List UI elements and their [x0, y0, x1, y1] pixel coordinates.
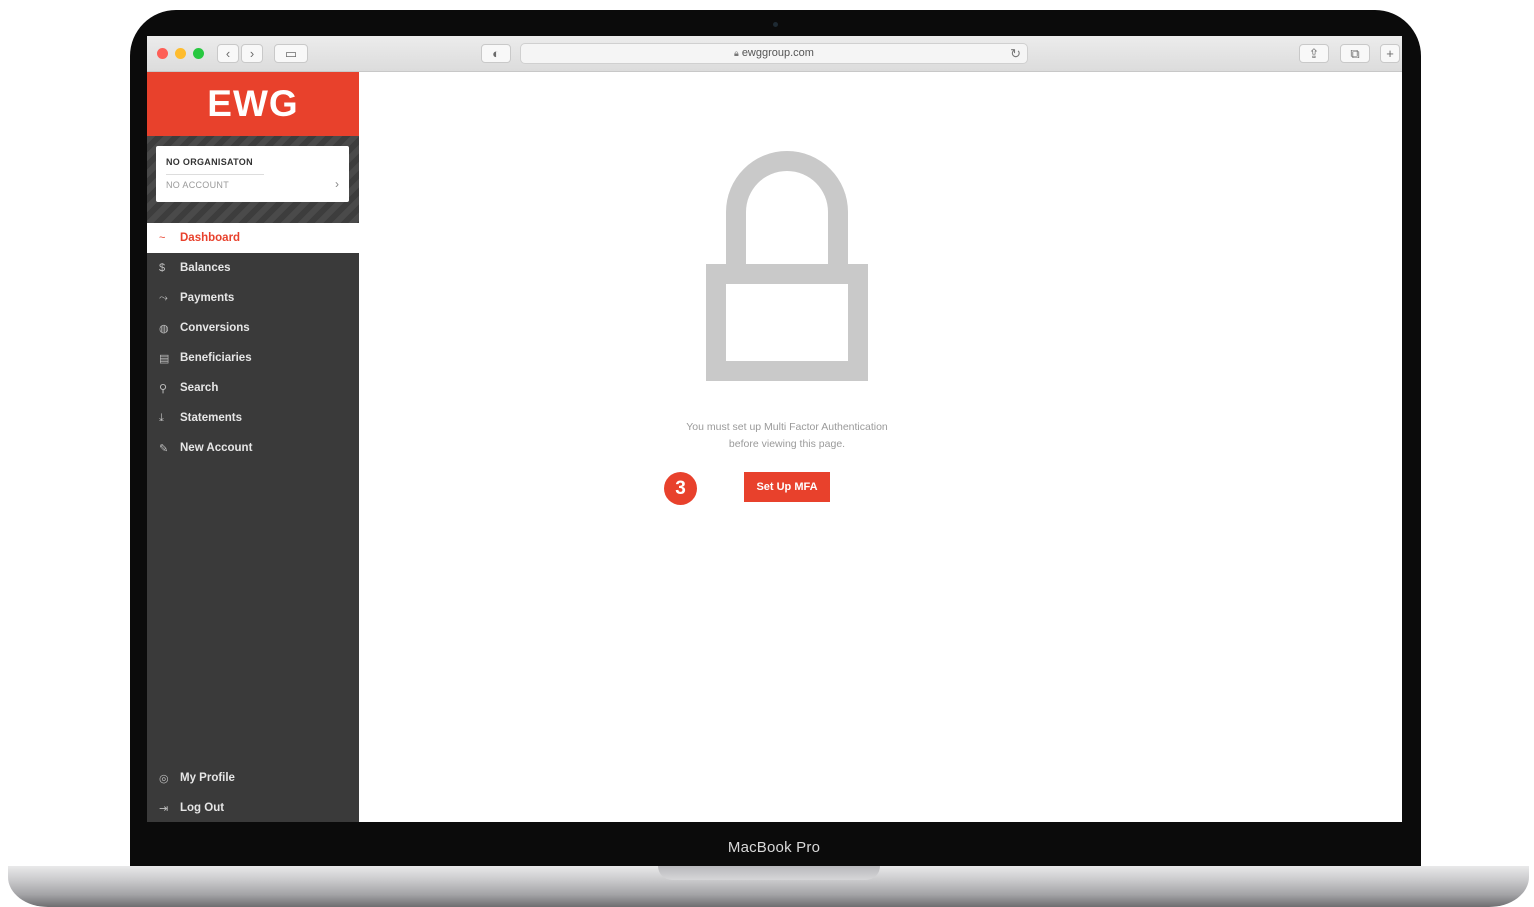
maximize-window-button[interactable]: [193, 48, 204, 59]
chevron-right-icon: ›: [249, 46, 255, 61]
reload-icon[interactable]: ↻: [1010, 44, 1021, 63]
tabs-button[interactable]: ⧉: [1340, 44, 1370, 63]
lock-icon: 🔒︎: [734, 48, 739, 58]
sidebar-item-label: Conversions: [180, 322, 250, 334]
chevron-left-icon: ‹: [225, 46, 231, 61]
logout-icon: ⇥: [159, 802, 169, 815]
organisation-name: NO ORGANISATON: [166, 157, 253, 167]
sidebar-toggle-button[interactable]: ▭: [274, 44, 308, 63]
browser-toolbar: ‹ › ▭ ◐ 🔒︎ ewggroup.com ↻ ⇪ ⧉ +: [147, 36, 1402, 72]
arrow-icon: ⤳: [159, 291, 168, 304]
plus-icon: +: [1386, 46, 1394, 61]
sidebar-item-label: New Account: [180, 442, 253, 454]
laptop-notch: [658, 866, 880, 880]
sidebar-item-payments[interactable]: ⤳ Payments: [147, 283, 359, 313]
sidebar-item-statements[interactable]: ⤓ Statements: [147, 403, 359, 433]
privacy-report-button[interactable]: ◐: [481, 44, 511, 63]
sidebar-item-label: Payments: [180, 292, 235, 304]
sidebar-nav: ~ Dashboard $ Balances ⤳ Payments ◍ Conv…: [147, 223, 359, 463]
step-number-badge: 3: [664, 472, 697, 505]
pulse-icon: ~: [159, 232, 166, 244]
sidebar: EWG NO ORGANISATON NO ACCOUNT › ~ Dashbo…: [147, 72, 359, 822]
camera-icon: [773, 22, 778, 27]
mfa-message-line-1: You must set up Multi Factor Authenticat…: [686, 421, 888, 433]
organisation-selector[interactable]: NO ORGANISATON NO ACCOUNT ›: [156, 146, 349, 202]
sidebar-item-balances[interactable]: $ Balances: [147, 253, 359, 283]
sidebar-item-beneficiaries[interactable]: ▤ Beneficiaries: [147, 343, 359, 373]
tabs-icon: ⧉: [1350, 46, 1360, 61]
sidebar-bottom-nav: ◎ My Profile ⇥ Log Out: [147, 763, 359, 822]
sidebar-item-label: Balances: [180, 262, 231, 274]
sidebar-item-log-out[interactable]: ⇥ Log Out: [147, 793, 359, 822]
organisation-panel: NO ORGANISATON NO ACCOUNT ›: [147, 136, 359, 223]
new-tab-button[interactable]: +: [1380, 44, 1400, 63]
search-icon: ⚲: [159, 382, 168, 395]
edit-icon: ✎: [159, 442, 169, 455]
address-book-icon: ▤: [159, 352, 170, 365]
sidebar-icon: ▭: [284, 46, 298, 61]
sidebar-item-dashboard[interactable]: ~ Dashboard: [147, 223, 359, 253]
sidebar-item-label: Dashboard: [180, 232, 241, 244]
share-button[interactable]: ⇪: [1299, 44, 1329, 63]
set-up-mfa-button[interactable]: Set Up MFA: [744, 472, 830, 502]
account-name: NO ACCOUNT: [166, 180, 230, 190]
sidebar-item-search[interactable]: ⚲ Search: [147, 373, 359, 403]
url-text: ewggroup.com: [741, 47, 814, 59]
sidebar-item-label: My Profile: [180, 772, 235, 784]
profile-icon: ◎: [159, 772, 169, 785]
shield-icon: ◐: [492, 46, 500, 61]
lock-icon: [726, 151, 848, 281]
share-icon: ⇪: [1308, 46, 1320, 61]
sidebar-item-conversions[interactable]: ◍ Conversions: [147, 313, 359, 343]
sidebar-item-label: Beneficiaries: [180, 352, 252, 364]
main-content: You must set up Multi Factor Authenticat…: [359, 72, 1402, 822]
forward-button[interactable]: ›: [241, 44, 263, 63]
address-bar[interactable]: 🔒︎ ewggroup.com ↻: [520, 43, 1028, 64]
minimize-window-button[interactable]: [175, 48, 186, 59]
sidebar-item-label: Search: [180, 382, 219, 394]
sidebar-item-new-account[interactable]: ✎ New Account: [147, 433, 359, 463]
sidebar-item-my-profile[interactable]: ◎ My Profile: [147, 763, 359, 793]
mfa-message-line-2: before viewing this page.: [728, 438, 846, 450]
lock-icon-body: [706, 264, 868, 381]
sidebar-item-label: Statements: [180, 412, 242, 424]
back-button[interactable]: ‹: [217, 44, 239, 63]
sidebar-item-label: Log Out: [180, 802, 225, 814]
dollar-icon: $: [159, 262, 166, 274]
ewg-logo[interactable]: EWG: [147, 72, 359, 136]
divider: [166, 174, 264, 175]
download-icon: ⤓: [159, 411, 164, 424]
chevron-right-icon: ›: [335, 177, 339, 191]
globe-icon: ◍: [159, 322, 169, 335]
browser-window: ‹ › ▭ ◐ 🔒︎ ewggroup.com ↻ ⇪ ⧉ + EWG NO OR…: [147, 36, 1402, 822]
device-label: MacBook Pro: [727, 839, 821, 856]
close-window-button[interactable]: [157, 48, 168, 59]
mfa-required-message: You must set up Multi Factor Authenticat…: [629, 419, 945, 453]
